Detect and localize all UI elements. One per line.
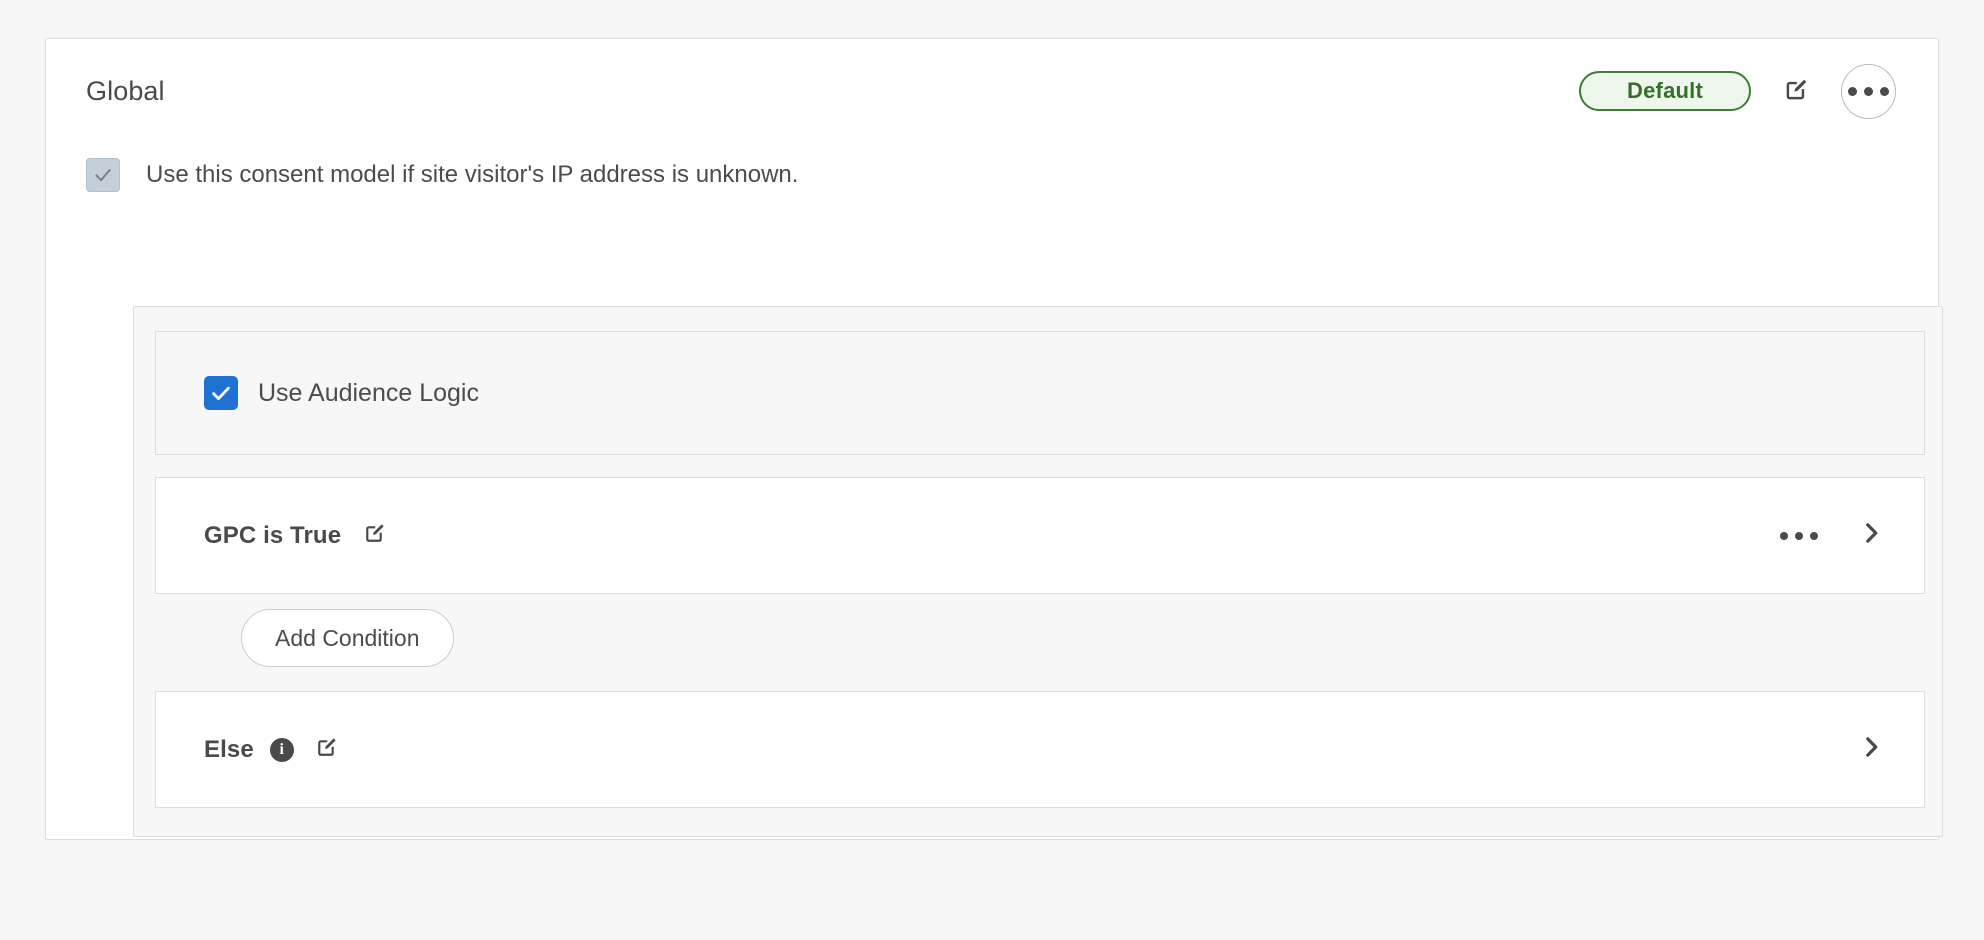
card-header: Global Default bbox=[46, 39, 1938, 143]
use-audience-logic-row: Use Audience Logic bbox=[155, 331, 1925, 455]
info-circle-icon[interactable]: i bbox=[269, 737, 294, 762]
dot bbox=[1864, 86, 1873, 96]
edit-pencil-square-icon bbox=[1782, 76, 1810, 107]
add-condition-button[interactable]: Add Condition bbox=[241, 609, 454, 667]
edit-model-button[interactable] bbox=[1779, 74, 1813, 108]
condition-row-gpc[interactable]: GPC is True bbox=[155, 477, 1925, 594]
card-header-actions: Default bbox=[1579, 63, 1896, 119]
consent-model-card: Global Default Use this consent model if… bbox=[45, 38, 1943, 840]
check-icon bbox=[212, 386, 230, 400]
status-badge: Default bbox=[1579, 71, 1751, 111]
condition-expand-button[interactable] bbox=[1854, 733, 1888, 767]
page-title: Global bbox=[86, 75, 165, 106]
audience-logic-panel: Use Audience Logic GPC is True Add Condi… bbox=[133, 306, 1943, 837]
condition-expand-button[interactable] bbox=[1854, 519, 1888, 553]
edit-condition-button[interactable] bbox=[357, 519, 391, 553]
dot bbox=[1880, 86, 1889, 96]
condition-title: GPC is True bbox=[204, 521, 342, 549]
dot bbox=[1795, 531, 1803, 540]
consent-model-checkbox-row: Use this consent model if site visitor's… bbox=[46, 149, 1938, 201]
ellipsis-horizontal-icon bbox=[1780, 531, 1818, 540]
consent-model-checkbox bbox=[86, 158, 120, 192]
dot bbox=[1780, 531, 1788, 540]
check-icon bbox=[95, 169, 111, 182]
condition-row-left: Else i bbox=[204, 733, 344, 767]
dot bbox=[1848, 86, 1857, 96]
ellipsis-horizontal-icon bbox=[1848, 86, 1889, 96]
condition-row-actions bbox=[1780, 519, 1888, 553]
condition-title: Else bbox=[204, 735, 254, 763]
edit-condition-button[interactable] bbox=[310, 733, 344, 767]
condition-row-else[interactable]: Else i bbox=[155, 691, 1925, 808]
card-overflow-menu-button[interactable] bbox=[1841, 63, 1896, 119]
page-root: Global Default Use this consent model if… bbox=[0, 0, 1984, 940]
edit-pencil-square-icon bbox=[314, 735, 339, 765]
condition-row-left: GPC is True bbox=[204, 519, 391, 553]
chevron-right-icon bbox=[1858, 734, 1884, 765]
use-audience-logic-checkbox[interactable] bbox=[204, 376, 238, 410]
chevron-right-icon bbox=[1858, 520, 1884, 551]
consent-model-checkbox-label: Use this consent model if site visitor's… bbox=[146, 161, 799, 188]
edit-pencil-square-icon bbox=[362, 521, 387, 551]
condition-overflow-menu-button[interactable] bbox=[1780, 519, 1818, 553]
use-audience-logic-label: Use Audience Logic bbox=[258, 378, 479, 407]
dot bbox=[1810, 531, 1818, 540]
condition-row-actions bbox=[1854, 733, 1888, 767]
